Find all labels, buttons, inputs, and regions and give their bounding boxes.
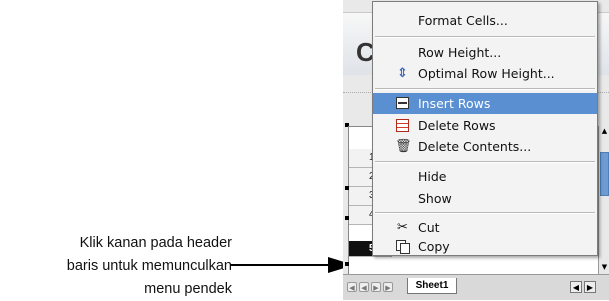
menu-item-label: Row Height...	[418, 45, 502, 60]
menu-separator	[375, 161, 595, 163]
menu-item-cut[interactable]: ✂ Cut	[373, 217, 597, 238]
menu-item-label: Copy	[418, 239, 450, 254]
menu-item-insert-rows[interactable]: Insert Rows	[373, 93, 597, 114]
menu-item-copy[interactable]: Copy	[373, 236, 597, 257]
delete-rows-icon	[395, 118, 410, 133]
menu-item-show[interactable]: Show	[373, 188, 597, 209]
annotation-line-3: menu pendek	[144, 281, 232, 297]
selection-handle	[345, 216, 349, 220]
annotation-text: Klik kanan pada header baris untuk memun…	[0, 232, 232, 301]
annotation-arrow-line	[230, 264, 330, 266]
menu-item-row-height[interactable]: Row Height...	[373, 42, 597, 63]
previous-sheet-icon[interactable]: ◀	[359, 282, 369, 292]
menu-item-delete-contents[interactable]: 🗑 Delete Contents...	[373, 136, 597, 157]
menu-item-label: Delete Rows	[418, 118, 496, 133]
menu-separator	[375, 88, 595, 90]
menu-item-label: Format Cells...	[418, 13, 508, 28]
scrollbar-thumb[interactable]	[600, 152, 609, 196]
menu-item-delete-rows[interactable]: Delete Rows	[373, 115, 597, 136]
menu-item-hide[interactable]: Hide	[373, 166, 597, 187]
optimal-row-height-icon: ⇕	[397, 66, 408, 81]
menu-item-format-cells[interactable]: Format Cells...	[373, 10, 597, 31]
menu-item-label: Insert Rows	[418, 96, 491, 111]
next-sheet-icon[interactable]: ▶	[371, 282, 381, 292]
selection-handle	[345, 186, 349, 190]
menu-separator	[375, 212, 595, 214]
last-sheet-icon[interactable]: ▶	[383, 282, 393, 292]
annotation-line-2: baris untuk memunculkan	[66, 258, 232, 274]
scroll-right-icon[interactable]: ▶	[584, 281, 596, 293]
tab-sheet1[interactable]: Sheet1	[407, 278, 457, 294]
scroll-left-icon[interactable]: ◀	[570, 281, 582, 293]
scroll-down-icon[interactable]: ▼	[599, 262, 609, 273]
scissors-icon: ✂	[397, 220, 408, 235]
sheet-tab-bar: ◀ ◀ ▶ ▶ Sheet1 ◀ ▶	[343, 274, 609, 300]
vertical-scrollbar[interactable]: ▲ ▼	[598, 126, 609, 274]
selection-handle	[345, 262, 349, 266]
copy-icon	[395, 239, 410, 254]
row-context-menu: Format Cells... Row Height... ⇕ Optimal …	[372, 1, 598, 256]
insert-rows-icon	[395, 96, 410, 111]
menu-item-label: Show	[418, 191, 452, 206]
menu-item-label: Hide	[418, 169, 447, 184]
annotation-line-1: Klik kanan pada header	[79, 235, 232, 251]
menu-item-label: Cut	[418, 220, 440, 235]
first-sheet-icon[interactable]: ◀	[347, 282, 357, 292]
scroll-up-icon[interactable]: ▲	[599, 126, 609, 137]
menu-separator	[375, 36, 595, 38]
menu-item-label: Optimal Row Height...	[418, 66, 555, 81]
menu-item-optimal-row-height[interactable]: ⇕ Optimal Row Height...	[373, 63, 597, 84]
delete-contents-icon: 🗑	[395, 139, 412, 154]
menu-item-label: Delete Contents...	[418, 139, 532, 154]
